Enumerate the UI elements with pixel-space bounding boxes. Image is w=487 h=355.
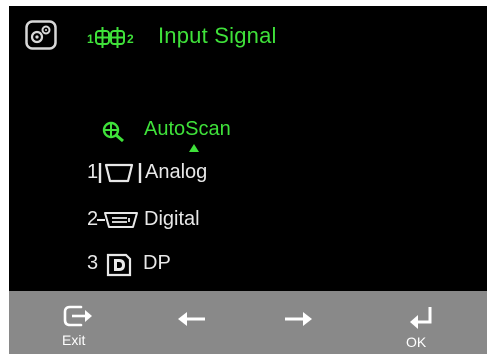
settings-icon (25, 20, 57, 50)
osd-menu: 1 2 Input Signal AutoScan 1 Analog 2 Dig… (9, 6, 487, 354)
svg-text:2: 2 (127, 32, 134, 46)
arrow-right-icon (285, 312, 312, 326)
page-title: Input Signal (158, 23, 277, 48)
analog-label: Analog (145, 161, 208, 183)
input-signal-icon: 1 2 (87, 27, 134, 48)
digital-label: Digital (144, 208, 200, 230)
exit-button[interactable]: Exit (57, 291, 97, 354)
ok-label: OK (406, 334, 427, 350)
displayport-icon (106, 253, 132, 277)
vga-connector-icon (98, 163, 142, 183)
ok-button[interactable]: OK (401, 291, 441, 354)
svg-text:1: 1 (87, 32, 94, 46)
up-arrow-icon (189, 144, 199, 152)
autoscan-icon (102, 121, 124, 142)
menu-item-dp[interactable]: 3 DP (87, 250, 267, 280)
title-bar: 1 2 Input Signal (9, 6, 487, 66)
menu-item-autoscan[interactable]: AutoScan (101, 116, 281, 146)
dvi-connector-icon (97, 212, 138, 228)
footer-bar: Exit OK (9, 291, 487, 354)
dp-label: DP (143, 252, 171, 274)
exit-icon (63, 305, 92, 327)
autoscan-label: AutoScan (144, 118, 231, 140)
exit-label: Exit (62, 332, 86, 348)
right-button[interactable] (279, 291, 319, 354)
left-button[interactable] (173, 291, 213, 354)
dp-number: 3 (87, 252, 99, 274)
menu-item-digital[interactable]: 2 Digital (87, 206, 267, 236)
menu-item-analog[interactable]: 1 Analog (87, 159, 267, 189)
enter-icon (410, 307, 432, 329)
arrow-left-icon (178, 312, 205, 326)
